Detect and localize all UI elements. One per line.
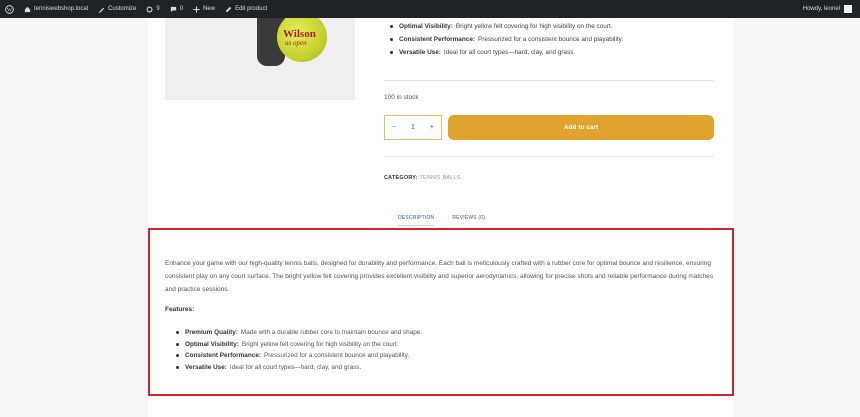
- quantity-stepper[interactable]: − 1 +: [384, 115, 442, 140]
- product-image[interactable]: Wilson us open: [165, 18, 355, 100]
- list-item: Premium Quality: Made with a durable rubb…: [176, 327, 422, 339]
- category-label: CATEGORY:: [384, 175, 418, 181]
- edit-product-link[interactable]: Edit product: [220, 0, 272, 18]
- list-item: Optimal Visibility: Bright yellow felt co…: [390, 20, 720, 33]
- list-item: Consistent Performance: Pressurized for a…: [176, 350, 422, 362]
- wordpress-logo-icon[interactable]: W: [0, 0, 19, 18]
- plus-icon: [193, 5, 200, 13]
- list-item: Optimal Visibility: Bright yellow felt co…: [176, 339, 422, 351]
- customize-label: Customize: [108, 6, 137, 12]
- product-category: CATEGORY: TENNIS BALLS: [384, 175, 461, 181]
- add-to-cart-button[interactable]: Add to cart: [448, 115, 714, 140]
- updates-icon: [146, 6, 153, 13]
- short-description-features: Optimal Visibility: Bright yellow felt co…: [390, 20, 720, 59]
- divider: [384, 156, 714, 157]
- admin-bar: W tenniswebshop.local Customize 9 0 New …: [0, 0, 860, 18]
- description-panel: Enhance your game with our high-quality …: [148, 228, 734, 396]
- features-list: Premium Quality: Made with a durable rubb…: [176, 327, 422, 373]
- category-link[interactable]: TENNIS BALLS: [419, 175, 460, 181]
- edit-product-label: Edit product: [235, 6, 268, 12]
- tab-reviews[interactable]: REVIEWS (0): [452, 215, 485, 226]
- updates-link[interactable]: 9: [141, 0, 164, 18]
- quantity-plus-button[interactable]: +: [430, 124, 434, 131]
- avatar: [844, 5, 852, 13]
- features-heading: Features:: [165, 306, 195, 313]
- comments-link[interactable]: 0: [165, 0, 188, 18]
- pencil-icon: [225, 6, 232, 13]
- greeting-label: Howdy, leonel: [802, 6, 840, 12]
- site-name-label: tenniswebshop.local: [34, 6, 89, 12]
- my-account-link[interactable]: Howdy, leonel: [803, 5, 860, 13]
- home-icon: [24, 6, 31, 13]
- new-label: New: [203, 6, 216, 12]
- comment-icon: [170, 6, 177, 13]
- list-item: Consistent Performance: Pressurized for a…: [390, 33, 720, 46]
- quantity-minus-button[interactable]: −: [392, 124, 396, 131]
- product-page: Wilson us open Optimal Visibility: Bright…: [148, 18, 734, 417]
- brush-icon: [98, 6, 105, 13]
- tab-description[interactable]: DESCRIPTION: [398, 215, 435, 226]
- quantity-value[interactable]: 1: [411, 124, 415, 131]
- stock-status: 100 in stock: [384, 94, 419, 101]
- comments-count: 0: [179, 6, 184, 12]
- updates-count: 9: [156, 6, 160, 12]
- list-item: Versatile Use: Ideal for all court types—…: [390, 46, 720, 59]
- customize-link[interactable]: Customize: [93, 0, 141, 18]
- product-tabs: DESCRIPTION REVIEWS (0): [398, 215, 485, 226]
- site-name-link[interactable]: tenniswebshop.local: [19, 0, 93, 18]
- new-content-link[interactable]: New: [188, 0, 220, 18]
- description-text: Enhance your game with our high-quality …: [165, 260, 713, 293]
- divider: [384, 80, 714, 81]
- list-item: Versatile Use: Ideal for all court types—…: [176, 362, 422, 374]
- ball-sub-text: us open: [285, 39, 307, 47]
